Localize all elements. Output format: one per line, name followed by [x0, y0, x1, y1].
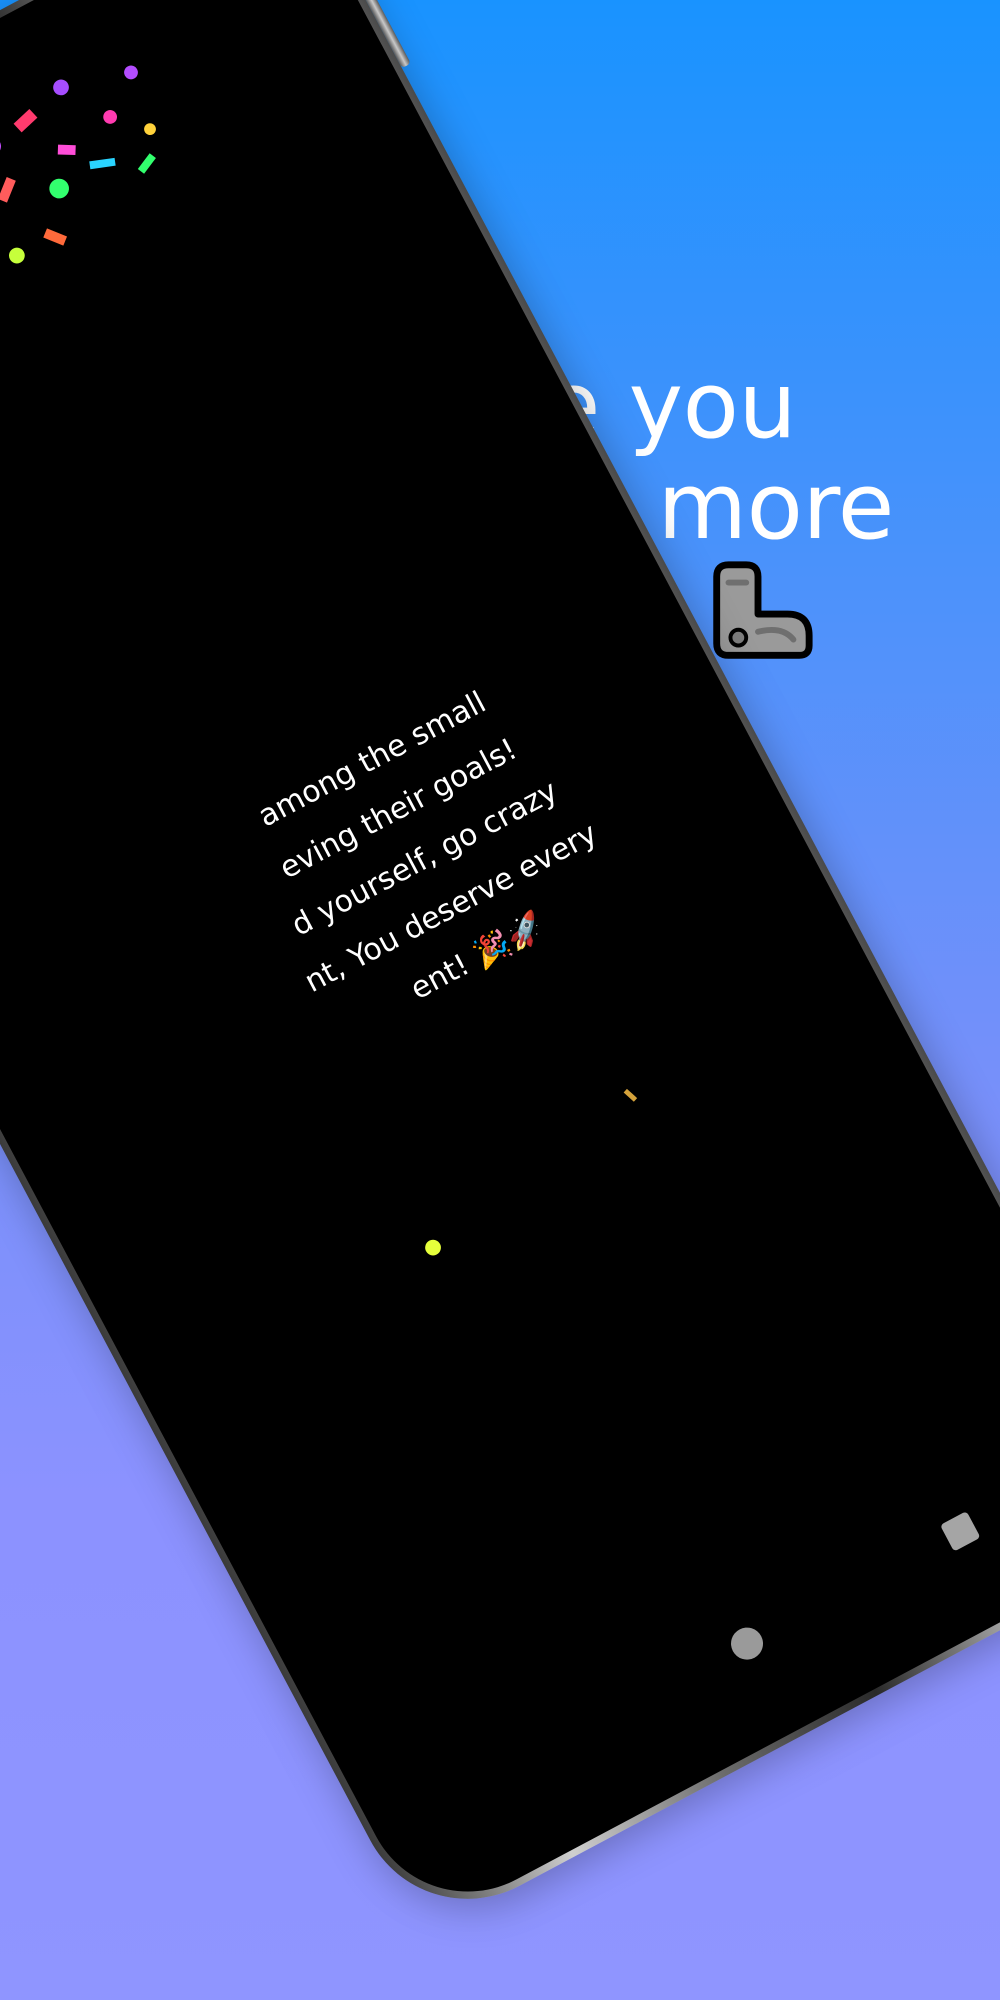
mechanical-arm-icon: [713, 561, 814, 659]
